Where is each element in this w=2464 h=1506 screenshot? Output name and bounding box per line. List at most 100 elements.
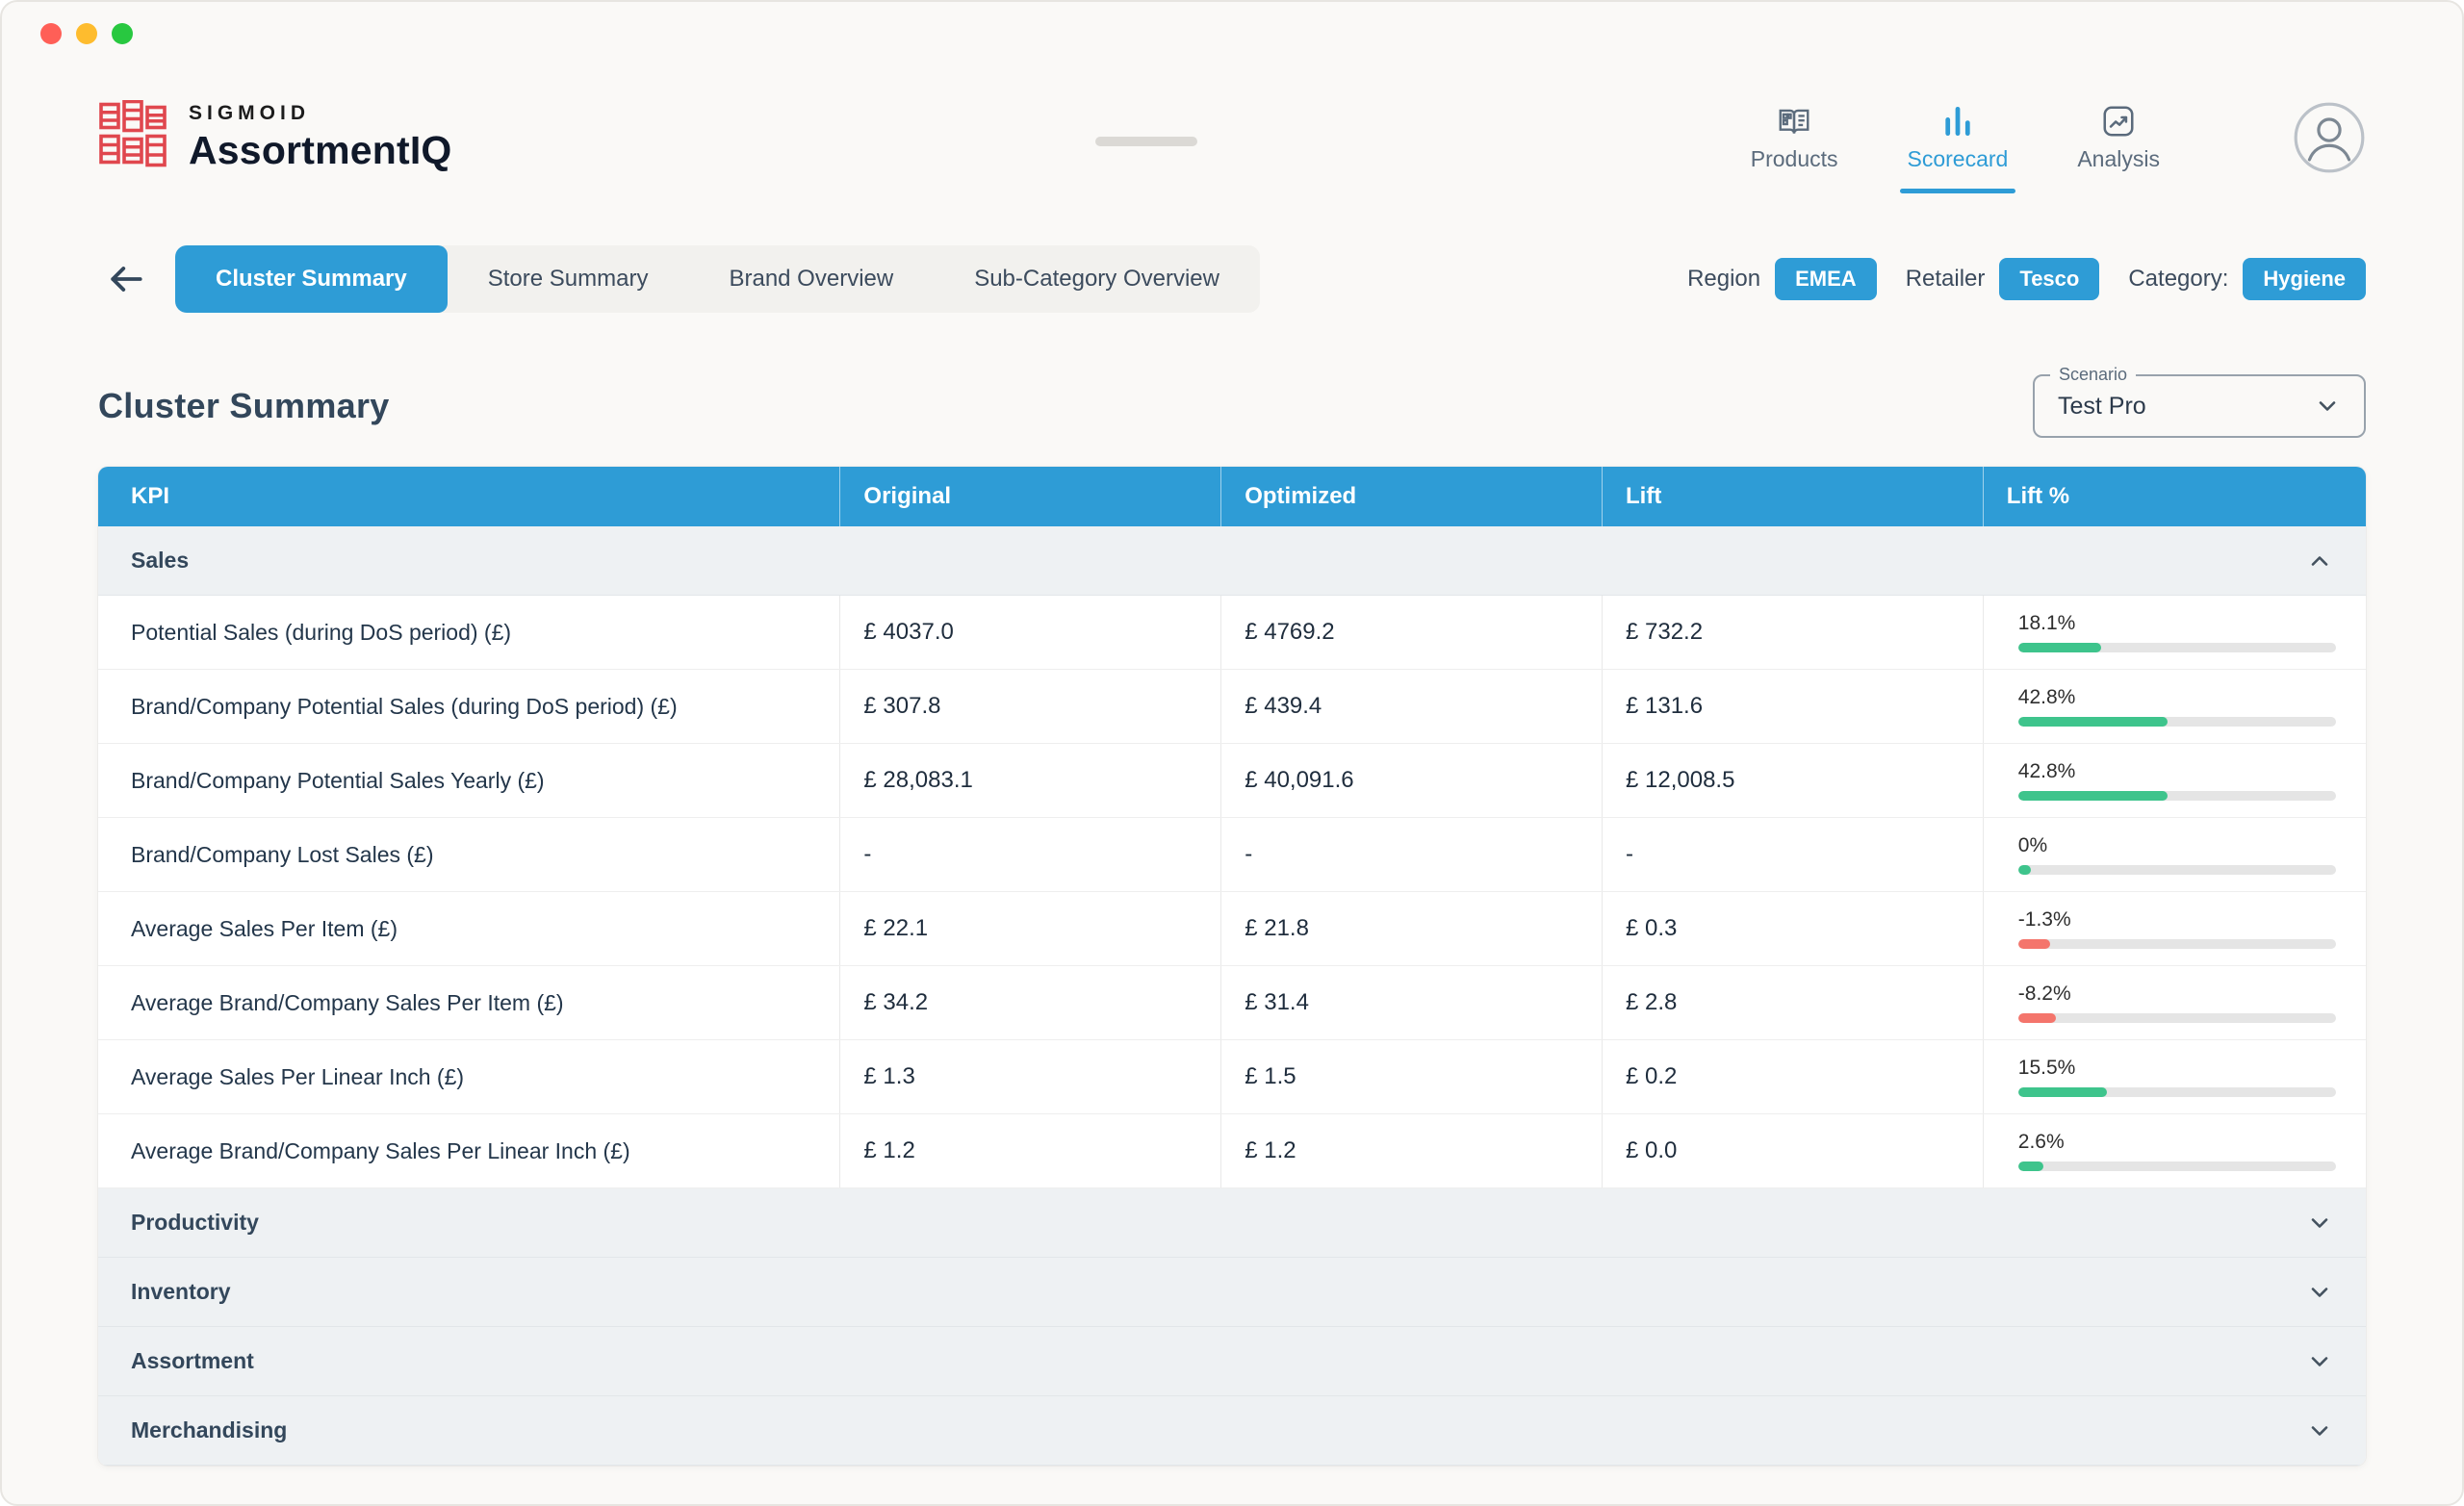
- lift-cell: £ 0.0: [1602, 1114, 1983, 1187]
- lift-pct-bar: [2018, 1087, 2336, 1097]
- tab-brand-overview[interactable]: Brand Overview: [688, 245, 934, 313]
- section-chevron-icon[interactable]: [2306, 548, 2333, 574]
- section-label: Inventory: [131, 1279, 231, 1305]
- lift-cell: £ 131.6: [1602, 670, 1983, 743]
- section-chevron-icon[interactable]: [2306, 1279, 2333, 1306]
- original-cell: -: [839, 818, 1220, 891]
- filter-region-label: Region: [1687, 266, 1760, 293]
- user-avatar-icon[interactable]: [2293, 101, 2366, 174]
- lift-cell: £ 2.8: [1602, 966, 1983, 1039]
- title-row: Cluster Summary Scenario Test Pro: [2, 374, 2462, 438]
- close-button[interactable]: [40, 23, 62, 44]
- col-lift-pct: Lift %: [1983, 467, 2366, 526]
- lift-pct-bar-fill: [2018, 939, 2050, 949]
- original-cell: £ 1.2: [839, 1114, 1220, 1187]
- main-nav: Products Scorecard Analysis: [1751, 101, 2366, 174]
- col-lift: Lift: [1602, 467, 1983, 526]
- nav-analysis[interactable]: Analysis: [2077, 103, 2160, 172]
- kpi-table: KPI Original Optimized Lift Lift % Sales…: [98, 467, 2366, 1466]
- filter-category-badge[interactable]: Hygiene: [2243, 258, 2366, 300]
- kpi-cell: Brand/Company Potential Sales Yearly (£): [98, 744, 839, 817]
- analysis-icon: [2100, 103, 2137, 140]
- table-header: KPI Original Optimized Lift Lift %: [98, 467, 2366, 526]
- optimized-cell: £ 31.4: [1220, 966, 1602, 1039]
- table-body: Sales Potential Sales (during DoS period…: [98, 526, 2366, 1466]
- optimized-cell: £ 1.5: [1220, 1040, 1602, 1113]
- brand-product-name: AssortmentIQ: [189, 128, 452, 173]
- optimized-cell: £ 439.4: [1220, 670, 1602, 743]
- lift-cell: £ 0.2: [1602, 1040, 1983, 1113]
- lift-pct-bar-fill: [2018, 865, 2031, 875]
- products-icon: [1776, 103, 1812, 140]
- filter-retailer-badge[interactable]: Tesco: [1999, 258, 2099, 300]
- page-title: Cluster Summary: [98, 386, 390, 426]
- app-header: SIGMOID AssortmentIQ Products: [2, 2, 2462, 182]
- tab-store-summary[interactable]: Store Summary: [448, 245, 689, 313]
- filter-retailer-label: Retailer: [1906, 266, 1986, 293]
- kpi-cell: Brand/Company Lost Sales (£): [98, 818, 839, 891]
- kpi-cell: Potential Sales (during DoS period) (£): [98, 596, 839, 669]
- lift-pct-cell: 2.6%: [1983, 1114, 2366, 1187]
- back-arrow-icon: [105, 258, 147, 300]
- brand-logo-block[interactable]: SIGMOID AssortmentIQ: [98, 100, 452, 175]
- original-cell: £ 307.8: [839, 670, 1220, 743]
- minimize-button[interactable]: [76, 23, 97, 44]
- table-row: Potential Sales (during DoS period) (£) …: [98, 596, 2366, 670]
- table-section-row[interactable]: Merchandising: [98, 1396, 2366, 1466]
- table-row: Brand/Company Potential Sales (during Do…: [98, 670, 2366, 744]
- optimized-cell: £ 1.2: [1220, 1114, 1602, 1187]
- nav-products[interactable]: Products: [1751, 103, 1838, 172]
- lift-pct-bar-fill: [2018, 791, 2168, 801]
- lift-pct-bar: [2018, 1013, 2336, 1023]
- lift-pct-cell: 15.5%: [1983, 1040, 2366, 1113]
- zoom-button[interactable]: [112, 23, 133, 44]
- optimized-cell: £ 21.8: [1220, 892, 1602, 965]
- table-section-row[interactable]: Productivity: [98, 1188, 2366, 1258]
- lift-pct-bar: [2018, 717, 2336, 727]
- section-label: Productivity: [131, 1210, 259, 1236]
- table-section-row[interactable]: Sales: [98, 526, 2366, 596]
- lift-pct-label: 0%: [2018, 834, 2047, 857]
- lift-pct-bar-fill: [2018, 717, 2168, 727]
- section-chevron-icon[interactable]: [2306, 1348, 2333, 1375]
- kpi-cell: Average Brand/Company Sales Per Item (£): [98, 966, 839, 1039]
- scenario-select[interactable]: Scenario Test Pro: [2033, 374, 2366, 438]
- lift-pct-label: 18.1%: [2018, 612, 2076, 635]
- lift-pct-label: 42.8%: [2018, 686, 2076, 709]
- lift-pct-bar-fill: [2018, 643, 2101, 652]
- optimized-cell: -: [1220, 818, 1602, 891]
- kpi-cell: Average Sales Per Linear Inch (£): [98, 1040, 839, 1113]
- back-button[interactable]: [98, 251, 154, 307]
- original-cell: £ 22.1: [839, 892, 1220, 965]
- nav-scorecard-label: Scorecard: [1908, 146, 2009, 172]
- section-chevron-icon[interactable]: [2306, 1417, 2333, 1444]
- lift-pct-cell: 42.8%: [1983, 670, 2366, 743]
- tab-sub-category-overview[interactable]: Sub-Category Overview: [934, 245, 1260, 313]
- section-label: Sales: [131, 548, 189, 574]
- lift-pct-cell: -8.2%: [1983, 966, 2366, 1039]
- table-section-row[interactable]: Inventory: [98, 1258, 2366, 1327]
- optimized-cell: £ 40,091.6: [1220, 744, 1602, 817]
- tab-cluster-summary[interactable]: Cluster Summary: [175, 245, 448, 313]
- nav-scorecard[interactable]: Scorecard: [1908, 103, 2009, 172]
- original-cell: £ 1.3: [839, 1040, 1220, 1113]
- table-row: Average Brand/Company Sales Per Linear I…: [98, 1114, 2366, 1188]
- lift-pct-bar: [2018, 865, 2336, 875]
- filter-region-badge[interactable]: EMEA: [1775, 258, 1877, 300]
- col-kpi: KPI: [98, 467, 839, 526]
- original-cell: £ 4037.0: [839, 596, 1220, 669]
- lift-pct-label: -1.3%: [2018, 908, 2071, 932]
- lift-pct-label: 15.5%: [2018, 1057, 2076, 1080]
- table-row: Average Brand/Company Sales Per Item (£)…: [98, 966, 2366, 1040]
- kpi-cell: Brand/Company Potential Sales (during Do…: [98, 670, 839, 743]
- view-tabs: Cluster Summary Store Summary Brand Over…: [175, 245, 1260, 313]
- scorecard-icon: [1939, 103, 1976, 140]
- table-section-row[interactable]: Assortment: [98, 1327, 2366, 1396]
- section-chevron-icon[interactable]: [2306, 1210, 2333, 1237]
- lift-pct-label: -8.2%: [2018, 983, 2071, 1006]
- window-controls: [40, 23, 133, 44]
- original-cell: £ 34.2: [839, 966, 1220, 1039]
- app-window: SIGMOID AssortmentIQ Products: [0, 0, 2464, 1506]
- lift-pct-label: 2.6%: [2018, 1131, 2065, 1154]
- lift-cell: £ 12,008.5: [1602, 744, 1983, 817]
